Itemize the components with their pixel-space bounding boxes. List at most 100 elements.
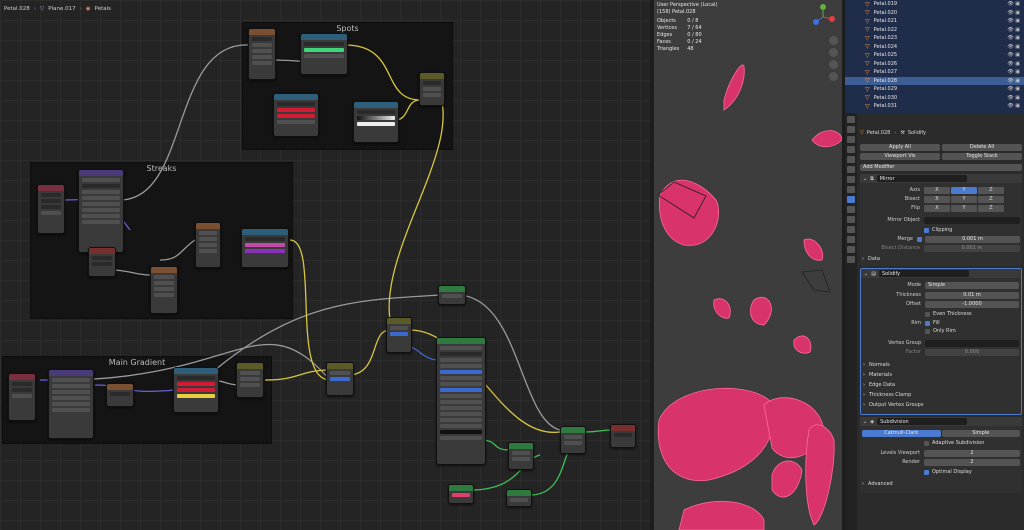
bisect-x-toggle[interactable]: X	[924, 195, 950, 203]
visibility-icons[interactable]: 👁 ▣	[1007, 86, 1020, 92]
outliner-item[interactable]: ▽ Petal.030 👁 ▣	[845, 94, 1024, 103]
visibility-icons[interactable]: 👁 ▣	[1007, 103, 1020, 109]
node-mix-shader[interactable]	[508, 442, 534, 470]
factor-field[interactable]: 0.000	[925, 348, 1019, 356]
bisect-z-toggle[interactable]: Z	[978, 195, 1004, 203]
node-texture-coordinate[interactable]	[8, 373, 36, 421]
modifier-name-field[interactable]: Mirror	[876, 175, 967, 182]
data-tab-icon[interactable]	[847, 236, 855, 243]
mirror-header[interactable]: ⌄ ⧉ Mirror	[860, 174, 1022, 183]
node-color-ramp[interactable]	[241, 228, 289, 268]
chevron-down-icon[interactable]: ⌄	[863, 419, 867, 425]
tool-tab-icon[interactable]	[847, 116, 855, 123]
node-mix-shader[interactable]	[560, 426, 586, 454]
mirror-object-field[interactable]	[924, 216, 1020, 224]
outliner-item[interactable]: ▽ Petal.029 👁 ▣	[845, 85, 1024, 94]
merge-checkbox[interactable]	[917, 236, 922, 242]
visibility-icons[interactable]: 👁 ▣	[1007, 27, 1020, 33]
outliner-item[interactable]: ▽ Petal.020 👁 ▣	[845, 9, 1024, 18]
clipping-checkbox[interactable]	[924, 227, 929, 233]
node-wave-texture[interactable]	[88, 247, 116, 277]
outliner-item[interactable]: ▽ Petal.025 👁 ▣	[845, 51, 1024, 60]
thickness-clamp-subpanel[interactable]: Thickness Clamp	[869, 392, 911, 398]
materials-subpanel[interactable]: Materials	[869, 372, 892, 378]
node-color-ramp[interactable]	[173, 367, 219, 413]
vertex-group-field[interactable]	[925, 339, 1019, 347]
optimal-display-checkbox[interactable]	[924, 469, 929, 475]
render-tab-icon[interactable]	[847, 126, 855, 133]
catmull-clark-toggle[interactable]: Catmull-Clark	[862, 429, 941, 437]
outliner-item-selected[interactable]: ▽ Petal.028 👁 ▣	[845, 76, 1024, 85]
node-wave-texture[interactable]	[195, 222, 221, 268]
chevron-right-icon[interactable]: ›	[862, 256, 864, 262]
node-texture-coordinate[interactable]	[37, 184, 65, 234]
view-layer-tab-icon[interactable]	[847, 146, 855, 153]
modifier-tab-icon[interactable]	[847, 196, 855, 203]
simple-toggle[interactable]: Simple	[941, 429, 1020, 437]
bisect-y-toggle[interactable]: Y	[951, 195, 977, 203]
chevron-right-icon[interactable]: ›	[863, 362, 865, 368]
physics-tab-icon[interactable]	[847, 216, 855, 223]
thickness-field[interactable]: 0.01 m	[925, 291, 1019, 299]
mesh-name[interactable]: Plane.017	[48, 6, 75, 12]
node-mapping[interactable]	[48, 369, 94, 439]
material-name[interactable]: Petals	[95, 6, 111, 12]
flip-z-toggle[interactable]: Z	[978, 204, 1004, 212]
output-vertex-groups-subpanel[interactable]: Output Vertex Groups	[869, 402, 923, 408]
levels-viewport-field[interactable]: 2	[924, 449, 1020, 457]
outliner-item[interactable]: ▽ Petal.024 👁 ▣	[845, 43, 1024, 52]
mode-dropdown[interactable]: Simple	[925, 281, 1019, 289]
outliner-item[interactable]: ▽ Petal.027 👁 ▣	[845, 68, 1024, 77]
merge-distance-field[interactable]: 0.001 m	[925, 235, 1020, 243]
node-mapping[interactable]	[78, 169, 124, 253]
visibility-icons[interactable]: 👁 ▣	[1007, 44, 1020, 50]
data-subpanel[interactable]: Data	[868, 256, 880, 262]
visibility-icons[interactable]: 👁 ▣	[1007, 52, 1020, 58]
outliner-item[interactable]: ▽ Petal.026 👁 ▣	[845, 60, 1024, 69]
material-tab-icon[interactable]	[847, 246, 855, 253]
chevron-right-icon[interactable]: ›	[862, 481, 864, 487]
visibility-icons[interactable]: 👁 ▣	[1007, 69, 1020, 75]
add-modifier-button[interactable]: Add Modifier	[860, 163, 1022, 171]
visibility-icons[interactable]: 👁 ▣	[1007, 1, 1020, 7]
visibility-icons[interactable]: 👁 ▣	[1007, 61, 1020, 67]
even-thickness-checkbox[interactable]	[925, 311, 930, 317]
toggle-stack-button[interactable]: Toggle Stack	[942, 152, 1022, 160]
adaptive-subdivision-checkbox[interactable]	[924, 440, 929, 446]
visibility-icons[interactable]: 👁 ▣	[1007, 10, 1020, 16]
visibility-icons[interactable]: 👁 ▣	[1007, 78, 1020, 84]
offset-field[interactable]: -1.0000	[925, 300, 1019, 308]
only-rim-checkbox[interactable]	[925, 328, 930, 334]
normals-subpanel[interactable]: Normals	[869, 362, 890, 368]
outliner-item[interactable]: ▽ Petal.031 👁 ▣	[845, 102, 1024, 111]
delete-all-button[interactable]: Delete All	[942, 143, 1022, 151]
node-material-output[interactable]	[610, 424, 636, 448]
axis-y-toggle[interactable]: Y	[951, 186, 977, 194]
fill-checkbox[interactable]	[925, 320, 930, 326]
flip-y-toggle[interactable]: Y	[951, 204, 977, 212]
texture-tab-icon[interactable]	[847, 256, 855, 263]
chevron-down-icon[interactable]: ⌄	[863, 176, 867, 182]
node-math[interactable]	[438, 285, 466, 305]
node-noise-texture[interactable]	[248, 28, 276, 80]
node-gradient-texture[interactable]	[106, 383, 134, 407]
node-mix-rgb[interactable]	[386, 317, 412, 353]
outliner[interactable]: ▽ Petal.019 👁 ▣ ▽ Petal.020 👁 ▣ ▽ Petal.021 👁 …	[845, 0, 1024, 113]
node-translucent-bsdf[interactable]	[448, 484, 474, 504]
outliner-item[interactable]: ▽ Petal.019 👁 ▣	[845, 0, 1024, 9]
particles-tab-icon[interactable]	[847, 206, 855, 213]
visibility-icons[interactable]: 👁 ▣	[1007, 35, 1020, 41]
visibility-icons[interactable]: 👁 ▣	[1007, 95, 1020, 101]
outliner-item[interactable]: ▽ Petal.021 👁 ▣	[845, 17, 1024, 26]
outliner-item[interactable]: ▽ Petal.022 👁 ▣	[845, 26, 1024, 35]
node-mix-rgb[interactable]	[236, 362, 264, 398]
axis-x-toggle[interactable]: X	[924, 186, 950, 194]
visibility-icons[interactable]: 👁 ▣	[1007, 18, 1020, 24]
chevron-down-icon[interactable]: ⌄	[864, 271, 868, 277]
output-tab-icon[interactable]	[847, 136, 855, 143]
modifier-name-field[interactable]: Solidify	[878, 270, 969, 277]
world-tab-icon[interactable]	[847, 166, 855, 173]
node-mix-rgb[interactable]	[419, 72, 445, 106]
solidify-header[interactable]: ⌄ ▤ Solidify	[861, 269, 1021, 278]
axis-z-toggle[interactable]: Z	[978, 186, 1004, 194]
